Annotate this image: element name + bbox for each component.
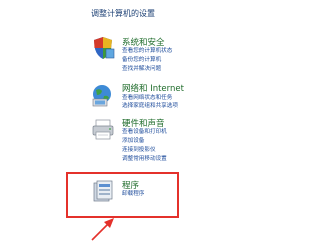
highlight-box xyxy=(66,172,179,218)
link-mobility-settings[interactable]: 调整常用移动设置 xyxy=(122,155,167,163)
link-backup-computer[interactable]: 备份您的计算机 xyxy=(122,56,161,64)
shield-icon xyxy=(91,36,115,60)
network-globe-icon xyxy=(91,83,115,107)
link-devices-printers[interactable]: 查看设备和打印机 xyxy=(122,128,167,136)
link-add-device[interactable]: 添加设备 xyxy=(122,137,144,145)
link-find-fix-problems[interactable]: 查找并解决问题 xyxy=(122,65,161,73)
page-title: 调整计算机的设置 xyxy=(91,9,155,18)
category-title-network-internet[interactable]: 网络和 Internet xyxy=(122,82,184,94)
link-homegroup-sharing[interactable]: 选择家庭组和共享选项 xyxy=(122,102,178,110)
link-connect-projector[interactable]: 连接到投影仪 xyxy=(122,146,156,154)
link-view-computer-status[interactable]: 查看您的计算机状态 xyxy=(122,47,172,55)
printer-icon xyxy=(91,118,115,142)
link-view-network-status[interactable]: 查看网络状态和任务 xyxy=(122,94,172,102)
